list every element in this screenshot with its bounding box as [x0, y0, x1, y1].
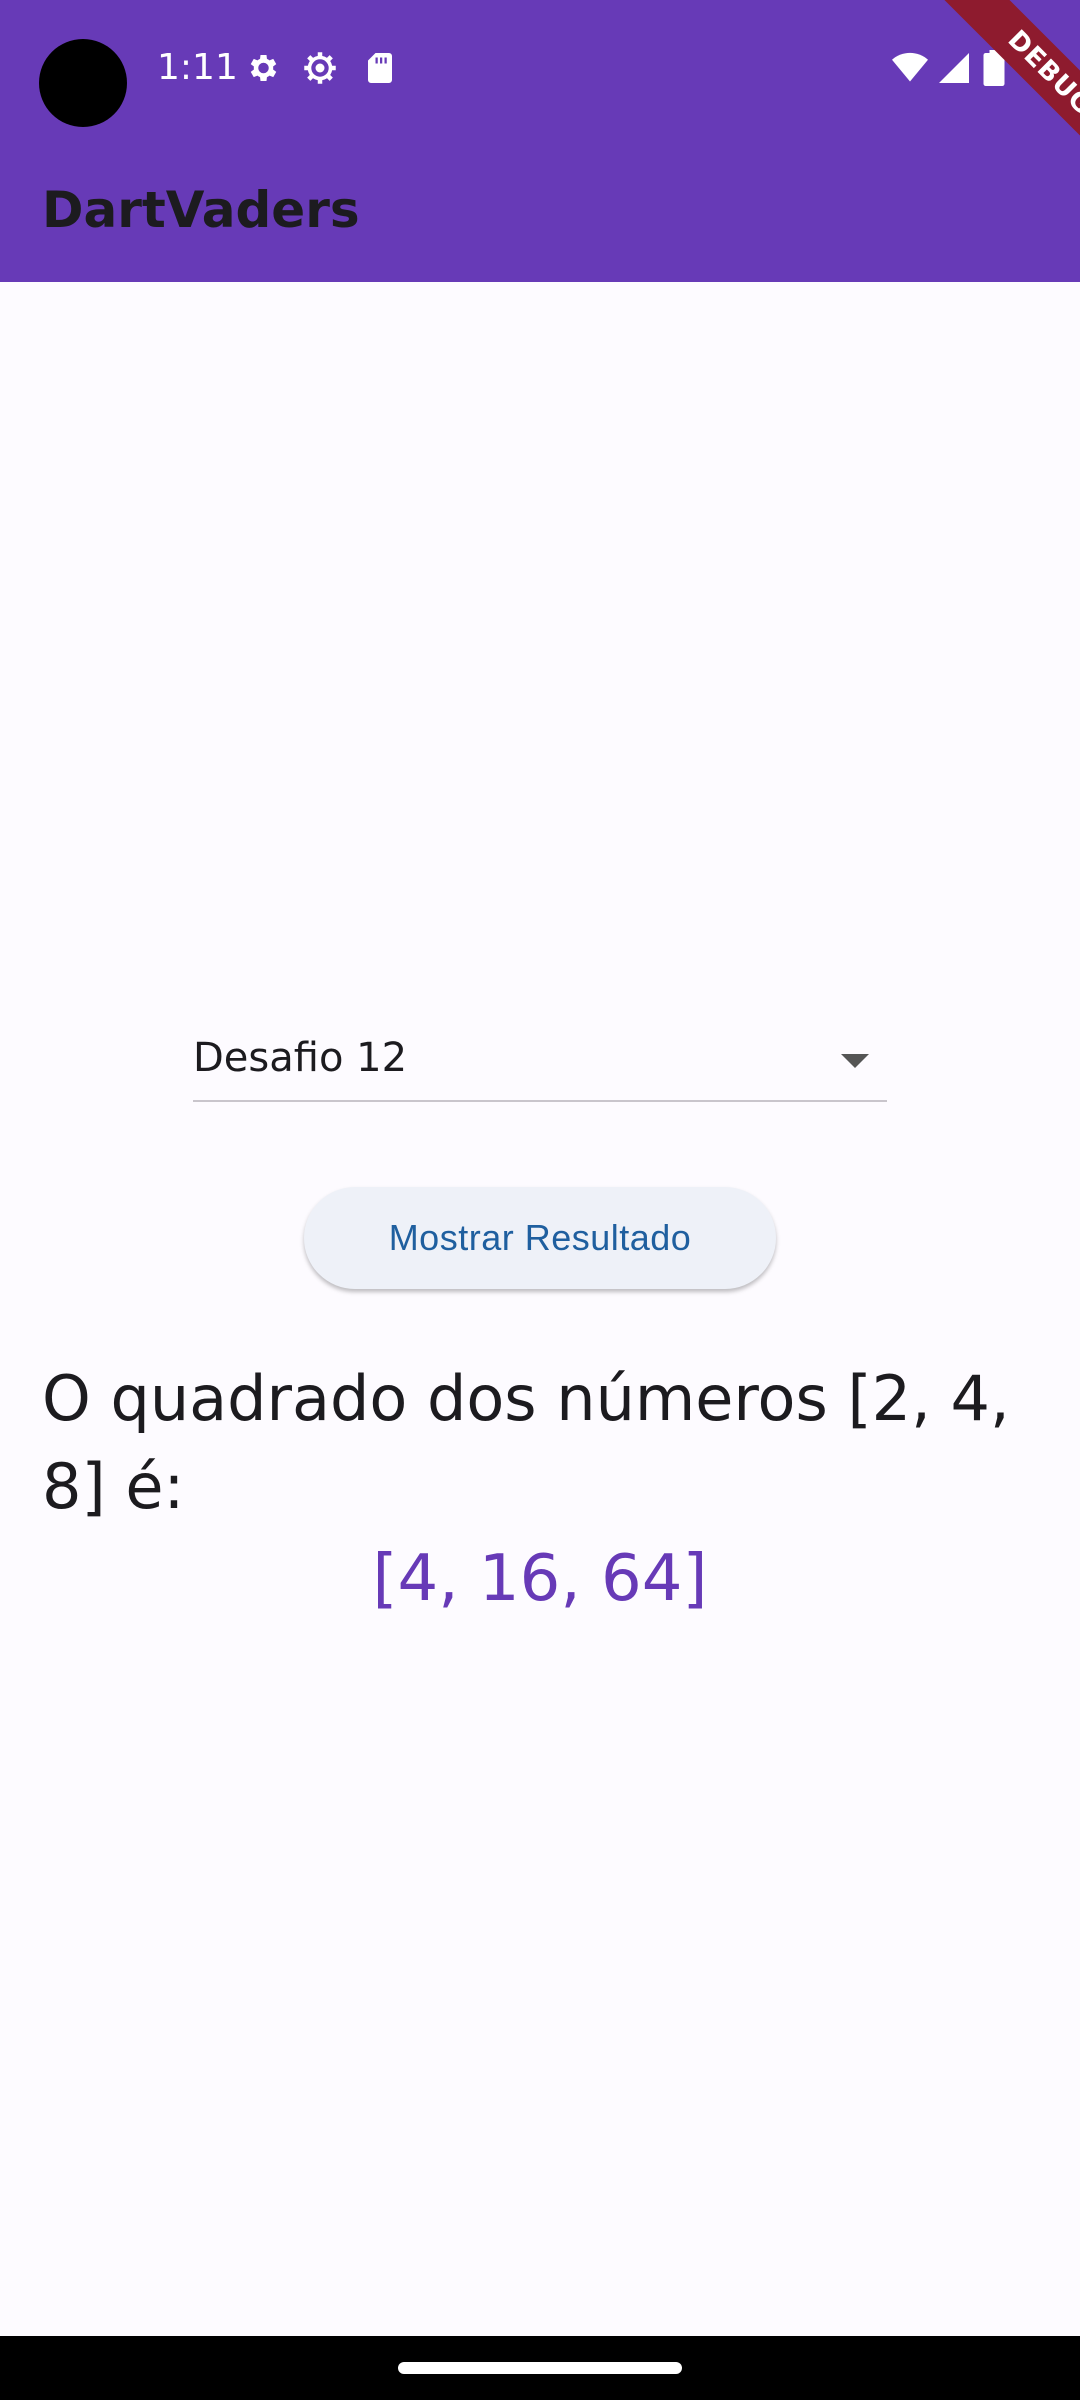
debug-banner: DEBUG [880, 0, 1080, 200]
app-title: DartVaders [42, 181, 360, 239]
sd-card-icon [368, 53, 392, 83]
dropdown-selected-value: Desafio 12 [193, 1035, 408, 1081]
show-result-button[interactable]: Mostrar Resultado [304, 1187, 776, 1289]
settings-outline-icon [304, 52, 336, 84]
debug-banner-label: DEBUG [934, 0, 1080, 189]
app-screen: 1:11 DartVaders DEBUG Desafio 12 Mostrar… [0, 0, 1080, 2400]
result-answer: [4, 16, 64] [372, 1542, 708, 1616]
settings-icon [250, 54, 277, 82]
navigation-bar [0, 2336, 1080, 2400]
dropdown-arrow-icon [841, 1054, 869, 1068]
result-question: O quadrado dos números [2, 4, 8] é: [42, 1362, 1010, 1523]
status-time: 1:11 [157, 47, 238, 88]
challenge-dropdown[interactable]: Desafio 12 [193, 1020, 887, 1102]
show-result-button-label: Mostrar Resultado [388, 1217, 692, 1258]
home-gesture-handle[interactable] [398, 2362, 682, 2374]
camera-cutout [39, 39, 127, 127]
